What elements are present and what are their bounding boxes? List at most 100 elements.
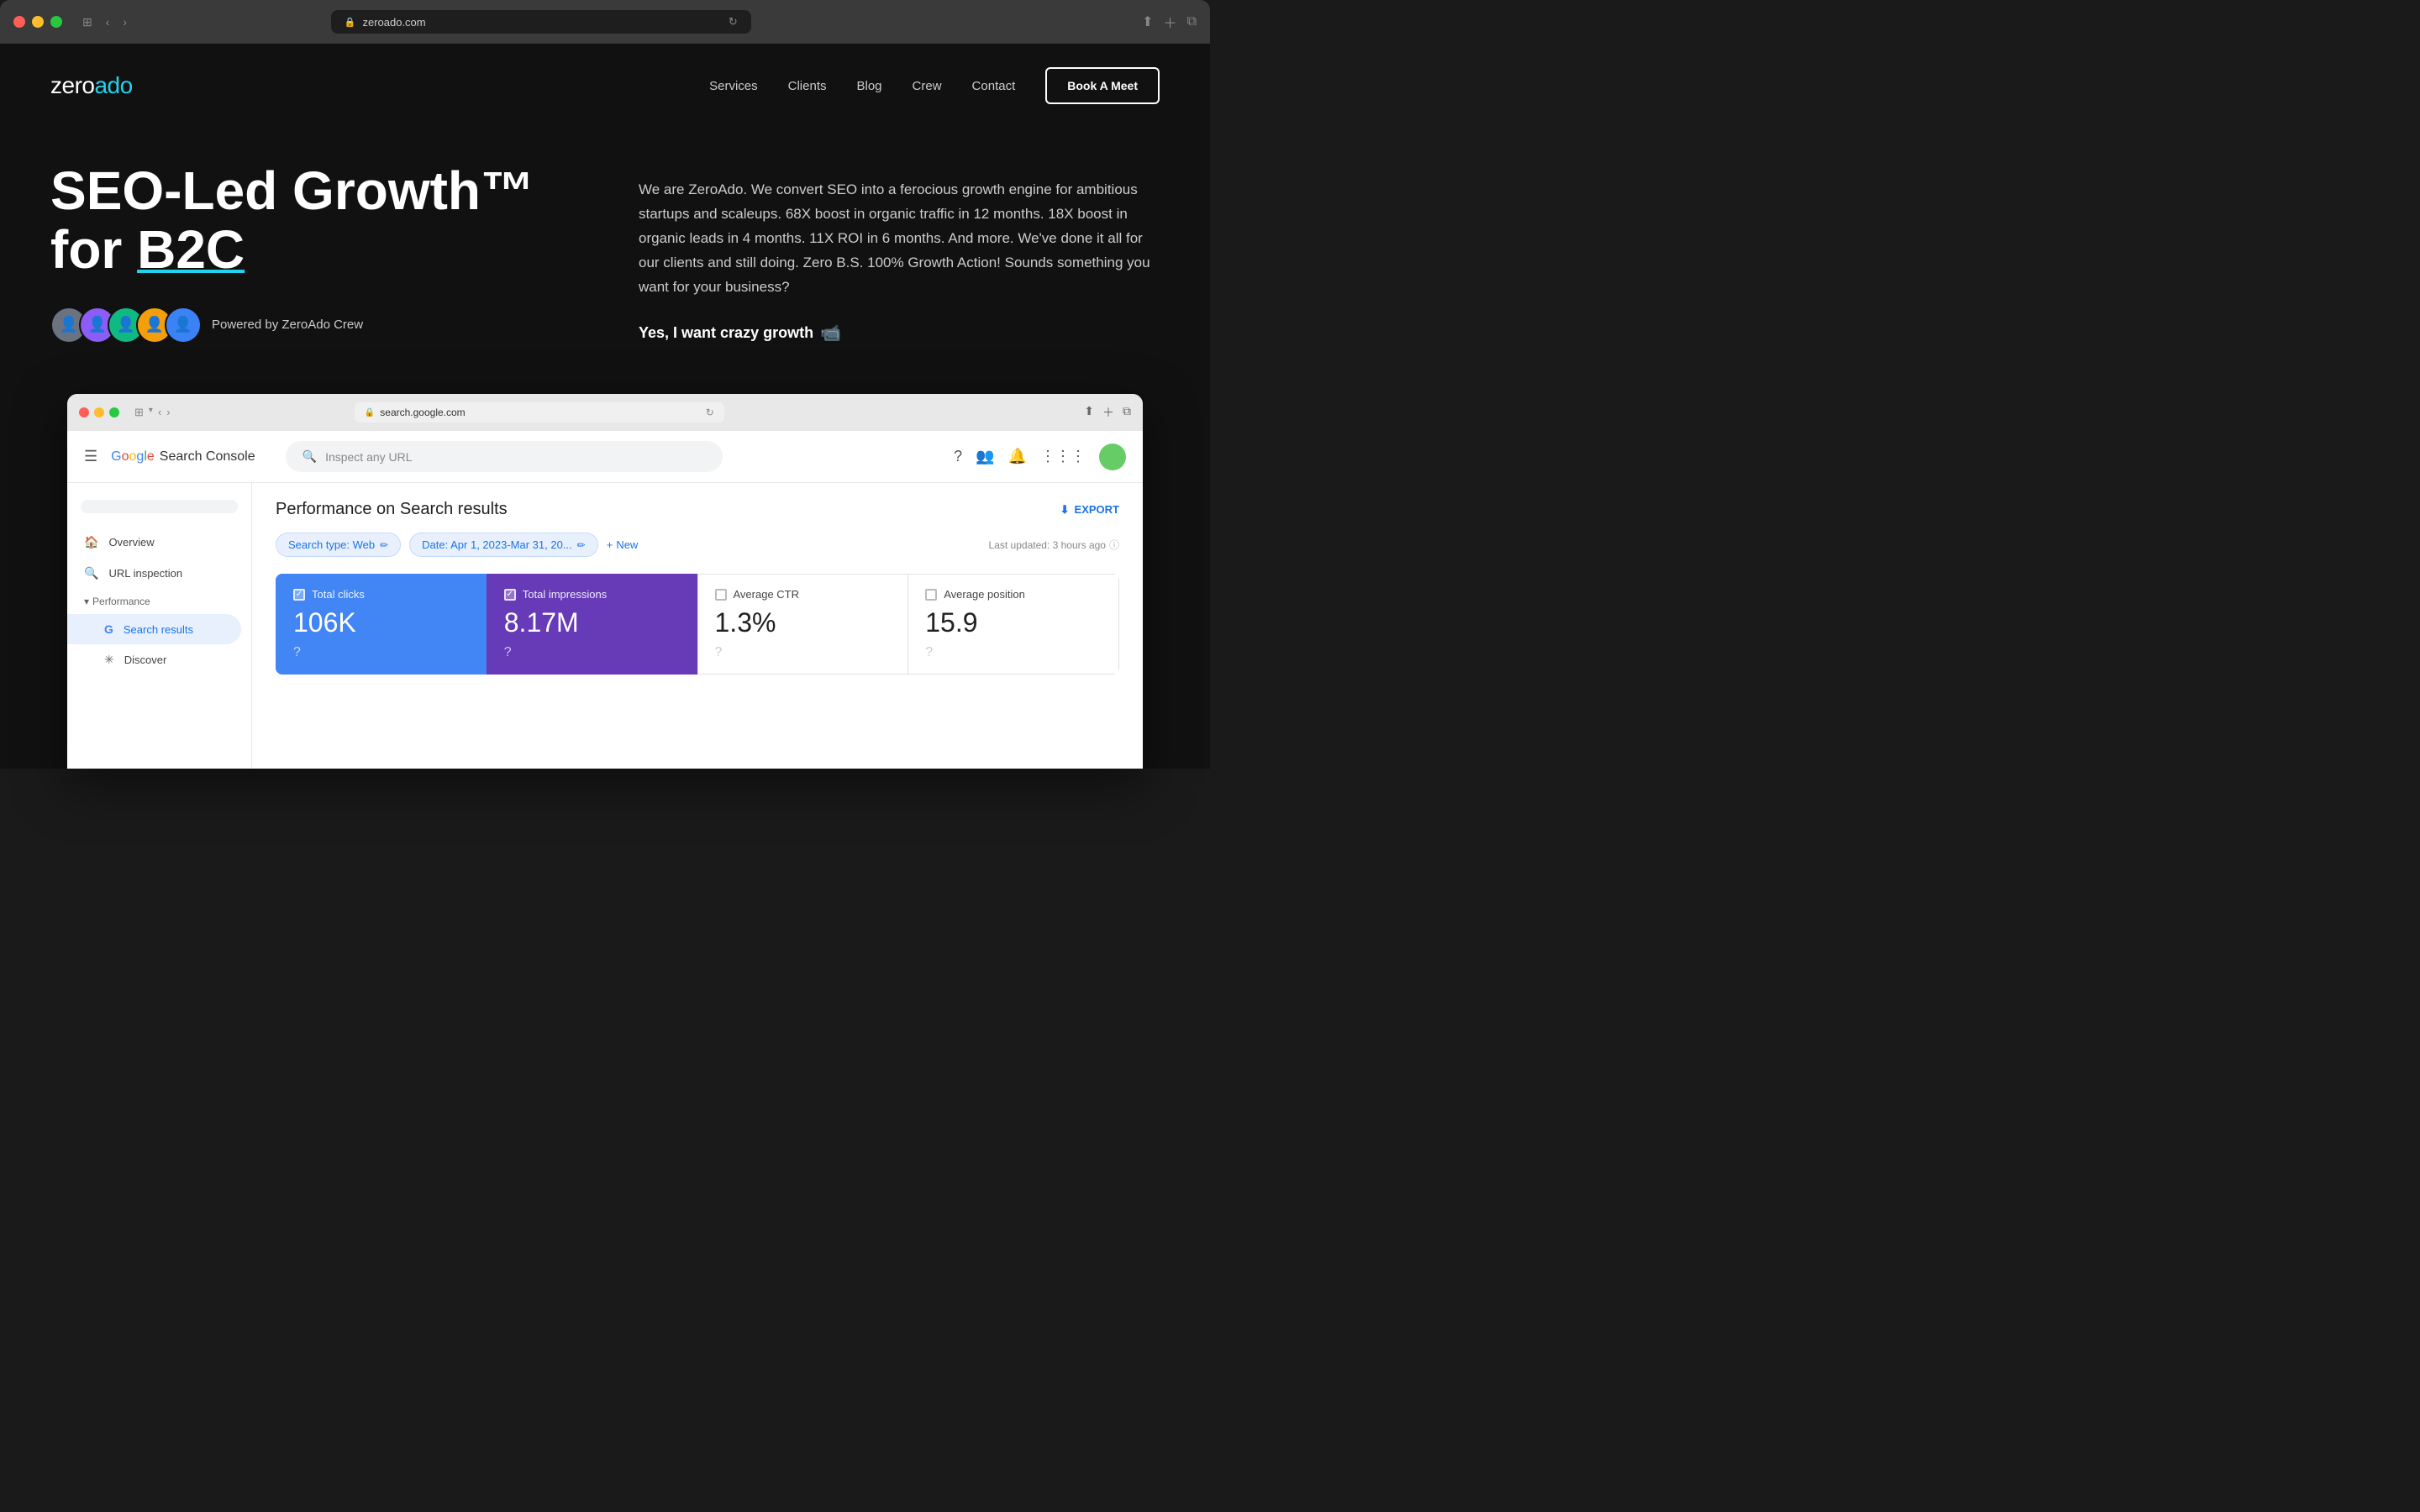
nav-link-services[interactable]: Services xyxy=(709,79,758,93)
inner-browser: ⊞ ▾ ‹ › 🔒 search.google.com ↻ ⬆ ＋ ⧉ xyxy=(67,394,1143,769)
inner-reload-icon[interactable]: ↻ xyxy=(706,407,714,418)
minimize-button[interactable] xyxy=(32,16,44,28)
inner-back-button[interactable]: ‹ xyxy=(158,406,161,419)
hero-left-column: SEO-Led Growth™ for B2C 👤 👤 👤 👤 👤 Powere… xyxy=(50,161,571,344)
crew-label: Powered by ZeroAdo Crew xyxy=(212,318,363,332)
inner-close-button[interactable] xyxy=(79,407,89,417)
sidebar-performance-label: Performance xyxy=(92,596,150,607)
inner-browser-controls: ⊞ ▾ ‹ › xyxy=(134,406,171,419)
date-filter[interactable]: Date: Apr 1, 2023-Mar 31, 20... ✏ xyxy=(409,533,598,557)
sidebar-item-search-results[interactable]: G Search results xyxy=(67,614,241,644)
gsc-filters-row: Search type: Web ✏ Date: Apr 1, 2023-Mar… xyxy=(276,533,1119,557)
hero-b2c: B2C xyxy=(137,219,245,280)
outer-titlebar: ⊞ ‹ › 🔒 zeroado.com ↻ ⬆ ＋ ⧉ xyxy=(0,0,1210,44)
accounts-icon[interactable]: 👥 xyxy=(976,448,994,465)
total-clicks-help-icon[interactable]: ? xyxy=(293,645,470,660)
total-clicks-value: 106K xyxy=(293,607,470,638)
avatar-5: 👤 xyxy=(165,307,202,344)
average-ctr-help-icon[interactable]: ? xyxy=(715,645,892,660)
hero-title-line1: SEO-Led Growth™ xyxy=(50,160,534,221)
sidebar-performance-section[interactable]: ▾ Performance xyxy=(67,589,251,614)
average-position-card[interactable]: Average position 15.9 ? xyxy=(908,574,1119,675)
sidebar-discover-label: Discover xyxy=(124,654,167,666)
maximize-button[interactable] xyxy=(50,16,62,28)
address-bar[interactable]: 🔒 zeroado.com ↻ xyxy=(331,10,751,34)
new-filter-button[interactable]: + New xyxy=(607,538,639,551)
google-logo: Google xyxy=(111,449,155,465)
total-impressions-checkbox[interactable]: ✓ xyxy=(504,589,516,601)
average-ctr-value: 1.3% xyxy=(715,607,892,638)
new-tab-icon[interactable]: ＋ xyxy=(1164,12,1177,32)
google-g: G xyxy=(111,449,121,464)
inner-traffic-lights xyxy=(79,407,119,417)
date-edit-icon: ✏ xyxy=(577,539,586,551)
total-impressions-label: Total impressions xyxy=(523,588,607,601)
book-meet-button[interactable]: Book A Meet xyxy=(1045,67,1160,104)
help-icon[interactable]: ? xyxy=(954,448,962,465)
export-button[interactable]: ⬇ EXPORT xyxy=(1060,503,1119,517)
average-ctr-label: Average CTR xyxy=(734,588,800,601)
gsc-property-search[interactable] xyxy=(81,500,238,513)
inner-minimize-button[interactable] xyxy=(94,407,104,417)
gsc-url-search[interactable]: 🔍 Inspect any URL xyxy=(286,441,723,472)
sidebar-item-overview[interactable]: 🏠 Overview xyxy=(67,527,251,558)
average-ctr-checkbox[interactable] xyxy=(715,589,727,601)
notifications-icon[interactable]: 🔔 xyxy=(1008,448,1027,465)
share-icon[interactable]: ⬆ xyxy=(1142,13,1153,30)
nav-link-contact[interactable]: Contact xyxy=(972,79,1016,93)
download-icon: ⬇ xyxy=(1060,503,1070,517)
website-content: zeroado Services Clients Blog Crew Conta… xyxy=(0,44,1210,769)
gsc-logo: Google Search Console xyxy=(111,449,255,465)
search-type-filter[interactable]: Search type: Web ✏ xyxy=(276,533,401,557)
search-icon: 🔍 xyxy=(84,566,98,580)
browser-action-buttons: ⬆ ＋ ⧉ xyxy=(1142,12,1197,32)
average-position-value: 15.9 xyxy=(925,607,1102,638)
total-impressions-card[interactable]: ✓ Total impressions 8.17M ? xyxy=(487,574,697,675)
back-button[interactable]: ‹ xyxy=(103,13,113,30)
nav-link-crew[interactable]: Crew xyxy=(913,79,942,93)
info-icon[interactable]: ⓘ xyxy=(1109,538,1119,552)
apps-icon[interactable]: ⋮⋮⋮ xyxy=(1040,448,1086,465)
total-clicks-checkbox[interactable]: ✓ xyxy=(293,589,305,601)
lock-icon: 🔒 xyxy=(345,17,356,28)
logo-ado: ado xyxy=(94,72,132,98)
average-position-checkbox[interactable] xyxy=(925,589,937,601)
inner-new-tab-icon[interactable]: ＋ xyxy=(1102,404,1114,421)
hero-cta-text: Yes, I want crazy growth xyxy=(639,324,813,342)
inner-address-bar[interactable]: 🔒 search.google.com ↻ xyxy=(355,402,724,423)
hamburger-menu-icon[interactable]: ☰ xyxy=(84,448,97,465)
nav-link-blog[interactable]: Blog xyxy=(857,79,882,93)
total-impressions-value: 8.17M xyxy=(504,607,681,638)
average-position-help-icon[interactable]: ? xyxy=(925,645,1102,660)
total-impressions-help-icon[interactable]: ? xyxy=(504,645,681,660)
average-ctr-card[interactable]: Average CTR 1.3% ? xyxy=(697,574,908,675)
nav-link-clients[interactable]: Clients xyxy=(788,79,827,93)
user-avatar[interactable] xyxy=(1099,444,1126,470)
forward-button[interactable]: › xyxy=(119,13,130,30)
tabs-icon[interactable]: ⧉ xyxy=(1187,14,1197,29)
hero-crew-section: 👤 👤 👤 👤 👤 Powered by ZeroAdo Crew xyxy=(50,307,571,344)
average-ctr-label-row: Average CTR xyxy=(715,588,892,601)
outer-browser: ⊞ ‹ › 🔒 zeroado.com ↻ ⬆ ＋ ⧉ zeroado Serv… xyxy=(0,0,1210,769)
export-label: EXPORT xyxy=(1075,503,1119,516)
average-position-label-row: Average position xyxy=(925,588,1102,601)
reload-icon[interactable]: ↻ xyxy=(729,15,738,29)
home-icon: 🏠 xyxy=(84,535,98,549)
main-nav: zeroado Services Clients Blog Crew Conta… xyxy=(0,44,1210,128)
gsc-metrics-row: ✓ Total clicks 106K ? ✓ Total impression… xyxy=(276,574,1119,675)
hero-cta-link[interactable]: Yes, I want crazy growth 📹 xyxy=(639,323,841,344)
sidebar-item-url-inspection[interactable]: 🔍 URL inspection xyxy=(67,558,251,589)
inner-lock-icon: 🔒 xyxy=(365,408,375,417)
inner-forward-button[interactable]: › xyxy=(166,406,170,419)
total-clicks-card[interactable]: ✓ Total clicks 106K ? xyxy=(276,574,487,675)
sidebar-item-discover[interactable]: ✳ Discover xyxy=(67,644,251,675)
sidebar-toggle-button[interactable]: ⊞ xyxy=(79,13,96,31)
close-button[interactable] xyxy=(13,16,25,28)
gsc-page-header: Performance on Search results ⬇ EXPORT xyxy=(276,500,1119,519)
inner-sidebar-icon[interactable]: ⊞ xyxy=(134,406,144,419)
inner-share-icon[interactable]: ⬆ xyxy=(1084,404,1094,421)
magnifier-icon: 🔍 xyxy=(302,449,317,464)
inner-tabs-icon[interactable]: ⧉ xyxy=(1123,404,1131,421)
gsc-sidebar: 🏠 Overview 🔍 URL inspection ▾ Performanc… xyxy=(67,483,252,769)
inner-maximize-button[interactable] xyxy=(109,407,119,417)
